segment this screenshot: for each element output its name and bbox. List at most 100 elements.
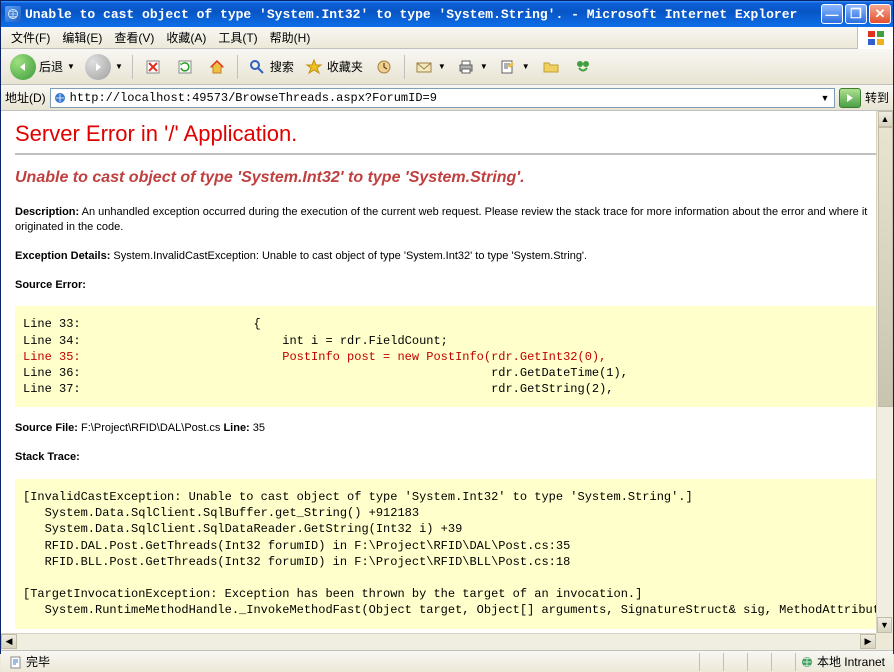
print-button[interactable]: ▼ — [453, 53, 491, 81]
stop-icon — [143, 57, 163, 77]
folder-icon — [541, 57, 561, 77]
address-input-wrap[interactable]: ▼ — [50, 88, 835, 108]
print-icon — [456, 57, 476, 77]
menubar: 文件(F) 编辑(E) 查看(V) 收藏(A) 工具(T) 帮助(H) — [1, 27, 893, 49]
menu-help[interactable]: 帮助(H) — [264, 27, 317, 48]
mail-icon — [414, 57, 434, 77]
address-bar: 地址(D) ▼ 转到 — [1, 85, 893, 111]
scroll-thumb[interactable] — [878, 127, 893, 407]
ie-icon — [5, 6, 21, 22]
description-label: Description: — [15, 206, 79, 218]
separator — [404, 55, 405, 79]
discuss-button[interactable] — [537, 53, 565, 81]
scroll-corner — [876, 633, 893, 650]
search-icon — [247, 57, 267, 77]
chevron-down-icon: ▼ — [115, 62, 123, 71]
favorites-label: 收藏夹 — [327, 58, 363, 75]
titlebar: Unable to cast object of type 'System.In… — [1, 1, 893, 27]
maximize-button[interactable]: ❐ — [845, 4, 867, 24]
exception-text: System.InvalidCastException: Unable to c… — [110, 250, 587, 262]
separator — [132, 55, 133, 79]
line-label: Line: — [220, 422, 249, 434]
content-area: Server Error in '/' Application. Unable … — [1, 111, 893, 650]
favorites-button[interactable]: 收藏夹 — [301, 53, 366, 81]
address-dropdown-icon[interactable]: ▼ — [818, 93, 832, 103]
back-icon — [10, 54, 36, 80]
exception-label: Exception Details: — [15, 250, 110, 262]
menu-favorites[interactable]: 收藏(A) — [160, 27, 212, 48]
code-line-34: Line 34: int i = rdr.FieldCount; — [23, 334, 448, 348]
window-controls: — ❐ ✕ — [821, 4, 891, 24]
refresh-icon — [175, 57, 195, 77]
vertical-scrollbar[interactable]: ▲ ▼ — [876, 111, 893, 633]
history-button[interactable] — [370, 53, 398, 81]
chevron-down-icon: ▼ — [480, 62, 488, 71]
go-label: 转到 — [865, 89, 889, 106]
error-subheading: Unable to cast object of type 'System.In… — [15, 169, 879, 187]
scroll-down-button[interactable]: ▼ — [877, 617, 892, 633]
address-label: 地址(D) — [5, 89, 46, 106]
back-button[interactable]: 后退 ▼ — [7, 53, 78, 81]
close-button[interactable]: ✕ — [869, 4, 891, 24]
history-icon — [374, 57, 394, 77]
error-description: Description: An unhandled exception occu… — [15, 205, 879, 235]
menu-file[interactable]: 文件(F) — [5, 27, 56, 48]
status-cell — [747, 653, 767, 671]
code-line-37: Line 37: rdr.GetString(2), — [23, 382, 614, 396]
scroll-right-button[interactable]: ▶ — [860, 634, 876, 649]
minimize-button[interactable]: — — [821, 4, 843, 24]
source-error-label: Source Error: — [15, 278, 879, 293]
statusbar: 完毕 本地 Intranet — [1, 650, 893, 672]
search-label: 搜索 — [270, 58, 294, 75]
status-cell — [699, 653, 719, 671]
edit-icon — [498, 57, 518, 77]
menu-view[interactable]: 查看(V) — [108, 27, 160, 48]
status-done: 完毕 — [5, 653, 54, 671]
scroll-up-button[interactable]: ▲ — [878, 111, 893, 127]
separator — [237, 55, 238, 79]
exception-details: Exception Details: System.InvalidCastExc… — [15, 249, 879, 264]
messenger-icon — [573, 57, 593, 77]
source-file-label: Source File: — [15, 422, 78, 434]
error-heading: Server Error in '/' Application. — [15, 121, 879, 147]
window-title: Unable to cast object of type 'System.In… — [25, 7, 821, 22]
menu-edit[interactable]: 编辑(E) — [56, 27, 108, 48]
security-zone: 本地 Intranet — [795, 653, 889, 671]
toolbar: 后退 ▼ ▼ 搜索 收藏夹 — [1, 49, 893, 85]
stop-button[interactable] — [139, 53, 167, 81]
menu-tools[interactable]: 工具(T) — [212, 27, 263, 48]
address-input[interactable] — [70, 91, 815, 105]
line-number: 35 — [250, 422, 265, 434]
ie-logo — [857, 27, 893, 49]
page-icon — [9, 655, 23, 669]
chevron-down-icon: ▼ — [522, 62, 530, 71]
horizontal-scrollbar[interactable]: ◀ ▶ — [1, 633, 876, 650]
source-code-block: Line 33: { Line 34: int i = rdr.FieldCou… — [15, 306, 879, 407]
edit-button[interactable]: ▼ — [495, 53, 533, 81]
star-icon — [304, 57, 324, 77]
back-label: 后退 — [39, 58, 63, 75]
mail-button[interactable]: ▼ — [411, 53, 449, 81]
divider — [15, 153, 879, 155]
messenger-button[interactable] — [569, 53, 597, 81]
stack-trace-label: Stack Trace: — [15, 450, 879, 465]
go-button[interactable] — [839, 88, 861, 108]
search-button[interactable]: 搜索 — [244, 53, 297, 81]
stack-trace-block: [InvalidCastException: Unable to cast ob… — [15, 479, 879, 629]
forward-button[interactable]: ▼ — [82, 53, 126, 81]
status-cell — [771, 653, 791, 671]
source-file-line: Source File: F:\Project\RFID\DAL\Post.cs… — [15, 421, 879, 436]
status-cell — [723, 653, 743, 671]
error-page: Server Error in '/' Application. Unable … — [1, 111, 893, 650]
forward-icon — [85, 54, 111, 80]
refresh-button[interactable] — [171, 53, 199, 81]
home-button[interactable] — [203, 53, 231, 81]
source-file-path: F:\Project\RFID\DAL\Post.cs — [78, 422, 220, 434]
code-line-36: Line 36: rdr.GetDateTime(1), — [23, 366, 628, 380]
code-line-33: Line 33: { — [23, 317, 261, 331]
page-favicon — [53, 91, 67, 105]
chevron-down-icon: ▼ — [438, 62, 446, 71]
intranet-icon — [800, 655, 814, 669]
description-text: An unhandled exception occurred during t… — [15, 206, 867, 233]
scroll-left-button[interactable]: ◀ — [1, 634, 17, 649]
